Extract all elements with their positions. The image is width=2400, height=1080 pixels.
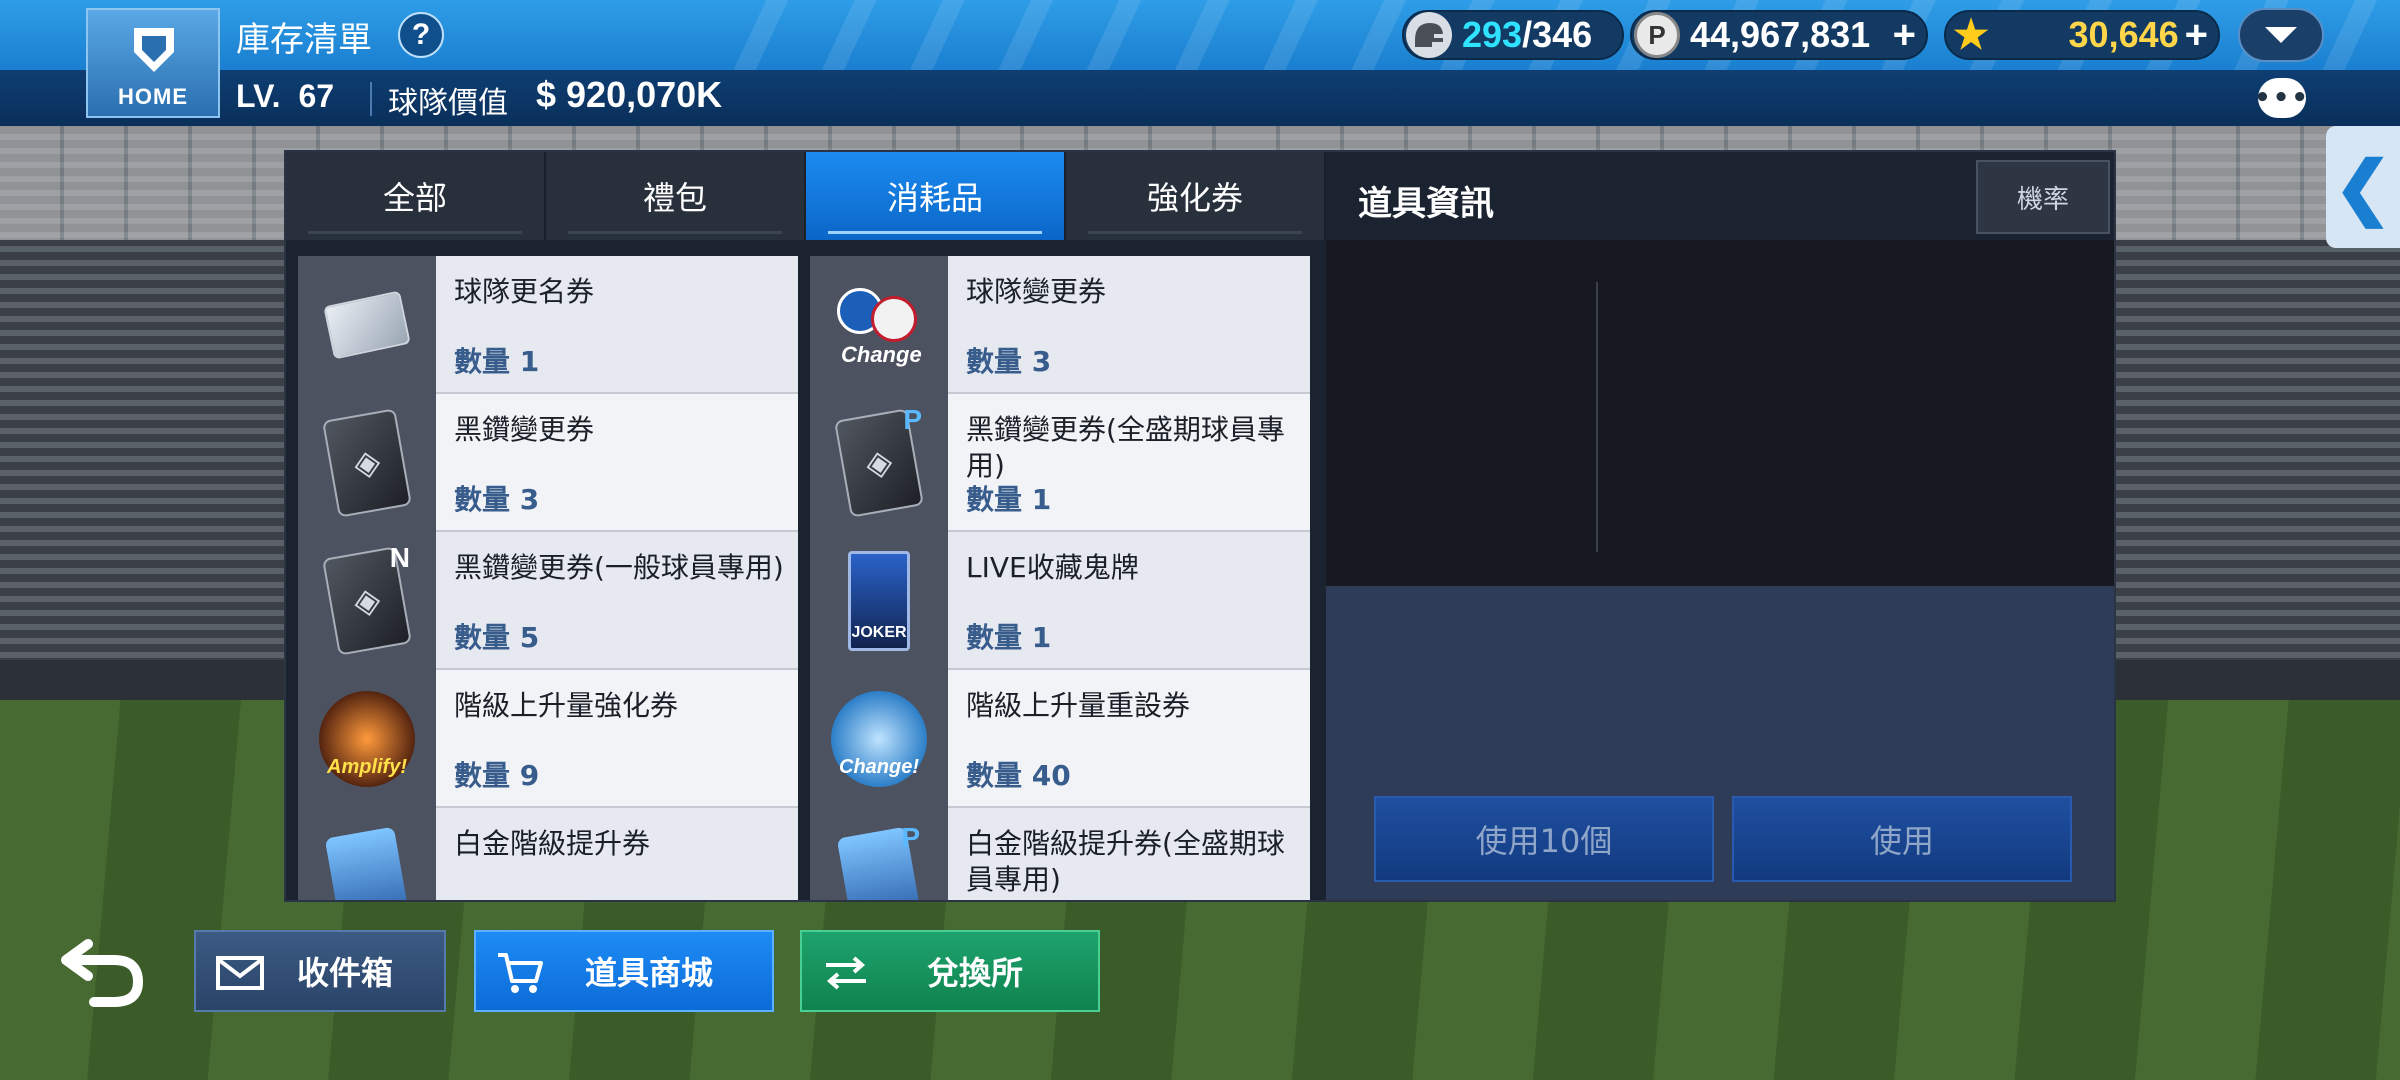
tab-all[interactable]: 全部 xyxy=(286,152,546,240)
help-icon[interactable]: ? xyxy=(398,12,444,58)
stamina-max: /346 xyxy=(1522,14,1593,55)
item-card[interactable]: 白金階級提升券 xyxy=(298,808,798,900)
black-diamond-icon: ◈ xyxy=(322,408,412,518)
item-name: 階級上升量強化券 xyxy=(454,689,679,722)
use-ten-button[interactable]: 使用10個 xyxy=(1374,796,1714,882)
back-button[interactable] xyxy=(58,930,150,1010)
level-label: LV. xyxy=(236,78,281,114)
item-card[interactable]: JOKER LIVE收藏鬼牌 數量 1 xyxy=(810,532,1310,670)
item-quantity: 數量 3 xyxy=(454,483,540,516)
item-name: 黑鑽變更券(一般球員專用) xyxy=(454,551,784,584)
stars-counter: ★ 30,646 + xyxy=(1944,10,2220,60)
item-name: 球隊更名券 xyxy=(454,275,595,308)
home-button[interactable]: HOME xyxy=(86,8,220,118)
item-quantity: 數量 1 xyxy=(454,345,540,378)
team-value-label: 球隊價值 xyxy=(388,86,508,121)
home-plate-icon xyxy=(134,28,174,72)
item-quantity: 數量 1 xyxy=(966,621,1052,654)
chevron-down-icon xyxy=(2265,27,2297,43)
menu-dropdown-button[interactable] xyxy=(2238,8,2324,62)
item-name: 白金階級提升券 xyxy=(454,827,651,860)
tab-packages[interactable]: 禮包 xyxy=(546,152,806,240)
item-name: 階級上升量重設券 xyxy=(966,689,1191,722)
item-actions: 使用10個 使用 xyxy=(1326,774,2114,900)
chat-icon[interactable]: ••• xyxy=(2254,78,2308,118)
page-title: 庫存清單 xyxy=(236,20,372,60)
item-card[interactable]: Amplify! 階級上升量強化券 數量 9 xyxy=(298,670,798,808)
sub-bar xyxy=(0,70,2400,126)
tab-enhance-tickets[interactable]: 強化券 xyxy=(1066,152,1326,240)
divider xyxy=(370,82,372,116)
helmet-icon xyxy=(1406,12,1452,58)
item-card[interactable]: Change! 階級上升量重設券 數量 40 xyxy=(810,670,1310,808)
team-change-icon: Change xyxy=(829,282,929,368)
item-name: 白金階級提升券(全盛期球員專用) xyxy=(966,827,1285,896)
item-description xyxy=(1326,586,2114,774)
level-display: LV. 67 xyxy=(236,78,334,115)
item-info-panel: 道具資訊 機率 使用10個 使用 xyxy=(1326,152,2114,900)
back-arrow-icon xyxy=(61,939,144,1007)
points-value: 44,967,831 xyxy=(1690,14,1871,55)
inventory-panel: 全部 禮包 消耗品 強化券 球隊更名券 數量 1 Change 球隊變更券 數量… xyxy=(284,150,2116,902)
home-label: HOME xyxy=(118,84,188,109)
platinum-icon xyxy=(324,826,410,900)
add-stars-icon[interactable]: + xyxy=(2185,13,2208,58)
category-tabs: 全部 禮包 消耗品 強化券 xyxy=(286,152,1326,240)
use-button[interactable]: 使用 xyxy=(1732,796,2072,882)
item-quantity: 數量 40 xyxy=(966,759,1071,792)
item-card[interactable]: 球隊更名券 數量 1 xyxy=(298,256,798,394)
item-info-title: 道具資訊 xyxy=(1358,184,1494,224)
amplify-icon: Amplify! xyxy=(319,691,415,787)
add-points-icon[interactable]: + xyxy=(1893,13,1916,58)
stars-value: 30,646 xyxy=(2068,14,2179,55)
stamina-current: 293 xyxy=(1462,14,1523,55)
item-name: 黑鑽變更券(全盛期球員專用) xyxy=(966,413,1285,482)
item-quantity: 數量 9 xyxy=(454,759,540,792)
item-name: LIVE收藏鬼牌 xyxy=(966,551,1139,584)
mailbox-button[interactable]: 收件箱 xyxy=(194,930,446,1012)
joker-icon: JOKER xyxy=(848,551,910,651)
item-quantity: 數量 3 xyxy=(966,345,1052,378)
mail-icon xyxy=(214,950,266,996)
star-icon: ★ xyxy=(1953,13,1989,57)
item-card[interactable]: ◈ N 黑鑽變更券(一般球員專用) 數量 5 xyxy=(298,532,798,670)
item-card[interactable]: ◈ P 黑鑽變更券(全盛期球員專用) 數量 1 xyxy=(810,394,1310,532)
item-preview xyxy=(1326,240,2114,586)
tab-consumables[interactable]: 消耗品 xyxy=(806,152,1066,240)
change-icon: Change! xyxy=(831,691,927,787)
exchange-button[interactable]: 兌換所 xyxy=(800,930,1100,1012)
cart-icon xyxy=(494,950,546,996)
item-card[interactable]: P 白金階級提升券(全盛期球員專用) xyxy=(810,808,1310,900)
stamina-counter: 293/346 xyxy=(1402,10,1624,60)
item-card[interactable]: Change 球隊變更券 數量 3 xyxy=(810,256,1310,394)
item-name: 球隊變更券 xyxy=(966,275,1107,308)
item-quantity: 數量 5 xyxy=(454,621,540,654)
level-value: 67 xyxy=(298,78,335,114)
item-quantity: 數量 1 xyxy=(966,483,1052,516)
points-counter: P 44,967,831 + xyxy=(1630,10,1928,60)
team-value: $ 920,070K xyxy=(536,74,723,115)
side-panel-toggle[interactable]: ❮ xyxy=(2326,126,2400,248)
item-list[interactable]: 球隊更名券 數量 1 Change 球隊變更券 數量 3 ◈ 黑鑽變更券 數量 … xyxy=(298,256,1318,900)
probability-button[interactable]: 機率 xyxy=(1976,160,2110,234)
item-shop-button[interactable]: 道具商城 xyxy=(474,930,774,1012)
chevron-left-icon: ❮ xyxy=(2333,148,2393,226)
ticket-icon xyxy=(323,290,411,360)
item-card[interactable]: ◈ 黑鑽變更券 數量 3 xyxy=(298,394,798,532)
item-name: 黑鑽變更券 xyxy=(454,413,595,446)
points-icon: P xyxy=(1634,12,1680,58)
exchange-arrows-icon xyxy=(820,950,872,996)
